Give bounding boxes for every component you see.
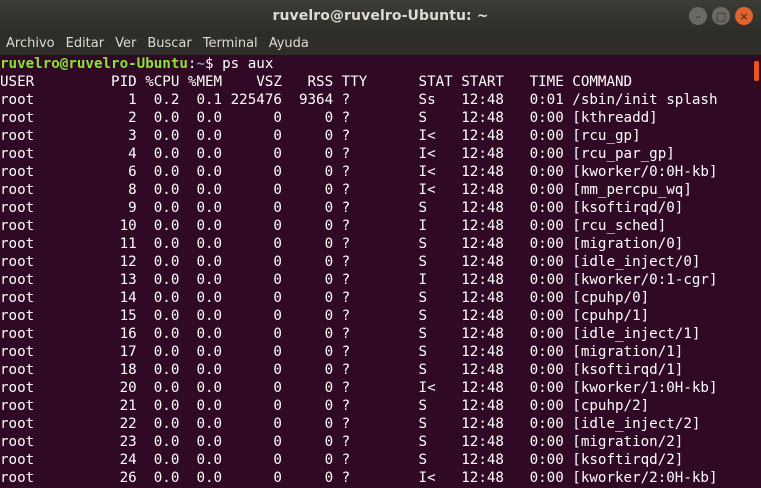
command-text: ps aux bbox=[222, 56, 274, 72]
process-row: root 17 0.0 0.0 0 0 ? S 12:48 0:00 [migr… bbox=[0, 344, 684, 360]
process-row: root 6 0.0 0.0 0 0 ? I< 12:48 0:00 [kwor… bbox=[0, 164, 718, 180]
process-row: root 1 0.2 0.1 225476 9364 ? Ss 12:48 0:… bbox=[0, 92, 718, 108]
prompt-path: ~ bbox=[196, 56, 206, 72]
menu-terminal[interactable]: Terminal bbox=[197, 36, 263, 51]
process-row: root 4 0.0 0.0 0 0 ? I< 12:48 0:00 [rcu_… bbox=[0, 146, 675, 162]
prompt-user: ruvelro@ruvelro-Ubuntu bbox=[0, 56, 188, 72]
menu-bar: Archivo Editar Ver Buscar Terminal Ayuda bbox=[0, 32, 761, 55]
window-title: ruvelro@ruvelro-Ubuntu: ~ bbox=[272, 8, 489, 24]
process-row: root 23 0.0 0.0 0 0 ? S 12:48 0:00 [migr… bbox=[0, 434, 684, 450]
process-row: root 22 0.0 0.0 0 0 ? S 12:48 0:00 [idle… bbox=[0, 416, 701, 432]
prompt-symbol: $ bbox=[205, 56, 223, 72]
process-row: root 20 0.0 0.0 0 0 ? I< 12:48 0:00 [kwo… bbox=[0, 380, 718, 396]
menu-archivo[interactable]: Archivo bbox=[0, 36, 60, 51]
process-row: root 24 0.0 0.0 0 0 ? S 12:48 0:00 [ksof… bbox=[0, 452, 684, 468]
process-row: root 10 0.0 0.0 0 0 ? I 12:48 0:00 [rcu_… bbox=[0, 218, 667, 234]
menu-editar[interactable]: Editar bbox=[60, 36, 110, 51]
scrollbar-thumb[interactable] bbox=[754, 61, 759, 81]
close-button[interactable]: × bbox=[735, 7, 753, 25]
process-list: root 1 0.2 0.1 225476 9364 ? Ss 12:48 0:… bbox=[0, 91, 752, 487]
process-row: root 2 0.0 0.0 0 0 ? S 12:48 0:00 [kthre… bbox=[0, 110, 658, 126]
process-row: root 16 0.0 0.0 0 0 ? S 12:48 0:00 [idle… bbox=[0, 326, 701, 342]
minimize-button[interactable]: – bbox=[689, 7, 707, 25]
process-row: root 18 0.0 0.0 0 0 ? S 12:48 0:00 [ksof… bbox=[0, 362, 684, 378]
maximize-button[interactable]: □ bbox=[712, 7, 730, 25]
scrollbar[interactable] bbox=[752, 55, 761, 488]
process-row: root 11 0.0 0.0 0 0 ? S 12:48 0:00 [migr… bbox=[0, 236, 684, 252]
window-controls: – □ × bbox=[689, 7, 753, 25]
terminal-window: ruvelro@ruvelro-Ubuntu: ~ – □ × Archivo … bbox=[0, 0, 761, 488]
process-row: root 13 0.0 0.0 0 0 ? I 12:48 0:00 [kwor… bbox=[0, 272, 718, 288]
process-row: root 21 0.0 0.0 0 0 ? S 12:48 0:00 [cpuh… bbox=[0, 398, 650, 414]
terminal-output[interactable]: ruvelro@ruvelro-Ubuntu:~$ ps aux USER PI… bbox=[0, 55, 752, 488]
menu-buscar[interactable]: Buscar bbox=[141, 36, 196, 51]
process-row: root 8 0.0 0.0 0 0 ? I< 12:48 0:00 [mm_p… bbox=[0, 182, 692, 198]
process-row: root 26 0.0 0.0 0 0 ? I< 12:48 0:00 [kwo… bbox=[0, 470, 718, 486]
process-row: root 14 0.0 0.0 0 0 ? S 12:48 0:00 [cpuh… bbox=[0, 290, 650, 306]
title-bar[interactable]: ruvelro@ruvelro-Ubuntu: ~ – □ × bbox=[0, 0, 761, 32]
ps-header: USER PID %CPU %MEM VSZ RSS TTY STAT STAR… bbox=[0, 74, 633, 90]
process-row: root 15 0.0 0.0 0 0 ? S 12:48 0:00 [cpuh… bbox=[0, 308, 650, 324]
process-row: root 12 0.0 0.0 0 0 ? S 12:48 0:00 [idle… bbox=[0, 254, 701, 270]
process-row: root 3 0.0 0.0 0 0 ? I< 12:48 0:00 [rcu_… bbox=[0, 128, 641, 144]
menu-ver[interactable]: Ver bbox=[109, 36, 141, 51]
menu-ayuda[interactable]: Ayuda bbox=[263, 36, 314, 51]
command-line: ruvelro@ruvelro-Ubuntu:~$ ps aux bbox=[0, 55, 752, 73]
process-row: root 9 0.0 0.0 0 0 ? S 12:48 0:00 [ksoft… bbox=[0, 200, 684, 216]
